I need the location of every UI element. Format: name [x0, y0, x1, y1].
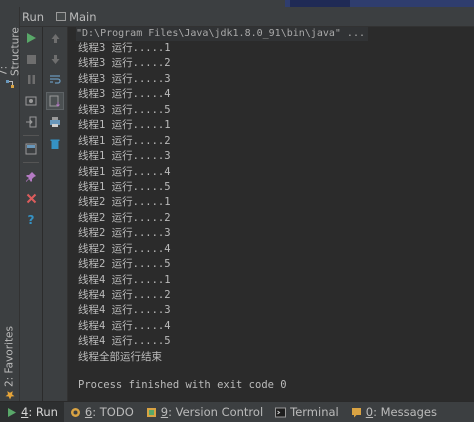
- run-config-tab[interactable]: Main: [52, 7, 100, 26]
- console-line: 线程3 运行.....2: [78, 57, 171, 70]
- bottom-tab-label: Terminal: [290, 405, 339, 419]
- console-line: 线程2 运行.....4: [78, 242, 171, 255]
- console-line: 线程4 运行.....2: [78, 289, 171, 301]
- star-icon: [5, 390, 15, 400]
- help-icon[interactable]: ?: [22, 210, 40, 228]
- console-line: 线程2 运行.....3: [78, 227, 171, 240]
- console-line: 线程4 运行.....1: [78, 273, 171, 286]
- stop-icon[interactable]: [22, 50, 40, 68]
- console-line: 线程全部运行结束: [78, 350, 162, 363]
- bottom-tab-terminal[interactable]: Terminal: [269, 402, 345, 422]
- dump-threads-icon[interactable]: [22, 92, 40, 110]
- console-line: 线程4 运行.....3: [78, 304, 171, 317]
- bottom-tab-text: Terminal: [290, 405, 339, 419]
- console-line: 线程3 运行.....4: [78, 88, 171, 101]
- console-line: 线程1 运行.....3: [78, 150, 171, 163]
- console-output[interactable]: "D:\Program Files\Java\jdk1.8.0_91\bin\j…: [68, 27, 474, 401]
- editor-selection-highlight-dark: [290, 0, 350, 7]
- version-control-icon: [146, 407, 157, 418]
- layout-icon[interactable]: [22, 140, 40, 158]
- todo-icon: [70, 407, 81, 418]
- bottom-tab-text: : Run: [28, 405, 58, 419]
- bottom-tab-run[interactable]: 4: Run: [0, 402, 64, 422]
- bottom-tool-bar: 4: Run 6: TODO 9: Version Control Terminal 0…: [0, 401, 474, 422]
- messages-icon: [351, 407, 362, 418]
- svg-text:?: ?: [27, 213, 34, 226]
- console-line: 线程3 运行.....5: [78, 103, 171, 116]
- console-line: 线程2 运行.....1: [78, 196, 171, 209]
- console-line: 线程1 运行.....5: [78, 180, 171, 193]
- toolbar-separator: [23, 162, 39, 163]
- exit-icon[interactable]: [22, 113, 40, 131]
- console-line: 线程1 运行.....2: [78, 134, 171, 147]
- run-toolbar-secondary: [43, 27, 68, 401]
- run-icon: [6, 407, 17, 418]
- structure-tool-label: 7: Structure: [0, 27, 22, 76]
- scroll-down-icon[interactable]: [46, 50, 64, 68]
- print-icon[interactable]: [46, 113, 64, 131]
- console-line: 线程1 运行.....4: [78, 165, 171, 178]
- bottom-tab-label: 4: Run: [21, 405, 58, 419]
- scroll-up-icon[interactable]: [46, 29, 64, 47]
- favorites-tool-tab[interactable]: 2: Favorites: [1, 325, 18, 400]
- bottom-tab-mnemonic: 9: [160, 405, 169, 419]
- toolbar-separator: [23, 135, 39, 136]
- run-panel-header: Run Main: [20, 7, 474, 27]
- console-line: 线程3 运行.....3: [78, 72, 171, 85]
- console-line: 线程3 运行.....1: [78, 42, 171, 54]
- terminal-icon: [275, 407, 287, 418]
- bottom-tab-text: : TODO: [92, 405, 134, 419]
- console-line: 线程4 运行.....4: [78, 319, 171, 332]
- bottom-tab-label: 9: Version Control: [161, 405, 263, 419]
- pin-icon[interactable]: [22, 168, 40, 186]
- close-icon[interactable]: [22, 189, 40, 207]
- bottom-tab-text: : Messages: [373, 405, 438, 419]
- pause-icon[interactable]: [22, 70, 40, 88]
- run-toolbar-primary: ?: [20, 27, 42, 401]
- console-command-line[interactable]: "D:\Program Files\Java\jdk1.8.0_91\bin\j…: [76, 27, 368, 41]
- console-line: 线程2 运行.....2: [78, 211, 171, 224]
- structure-icon: [5, 79, 15, 89]
- bottom-tab-label: 6: TODO: [85, 405, 134, 419]
- favorites-tool-label: 2: Favorites: [3, 326, 16, 387]
- console-lines: 线程3 运行.....1 线程3 运行.....2 线程3 运行.....3 线程3 …: [78, 41, 171, 365]
- run-panel-label: Run: [22, 9, 45, 24]
- process-finished-message: Process finished with exit code 0: [78, 379, 287, 391]
- left-tool-strip: 7: Structure 2: Favorites: [0, 7, 22, 401]
- soft-wrap-icon[interactable]: [46, 70, 64, 88]
- run-config-icon: [56, 12, 67, 21]
- bottom-tab-todo[interactable]: 6: TODO: [64, 402, 140, 422]
- structure-tool-tab[interactable]: 7: Structure: [0, 17, 22, 89]
- rerun-icon[interactable]: [22, 29, 40, 47]
- console-line: 线程1 运行.....1: [78, 119, 171, 132]
- scroll-to-end-icon[interactable]: [46, 92, 64, 110]
- bottom-tab-version-control[interactable]: 9: Version Control: [140, 402, 269, 422]
- console-line: 线程2 运行.....5: [78, 258, 171, 271]
- console-line: 线程4 运行.....5: [78, 335, 171, 348]
- bottom-tab-label: 0: Messages: [366, 405, 437, 419]
- bottom-tab-mnemonic: 0: [365, 405, 374, 419]
- clear-all-icon[interactable]: [46, 135, 64, 153]
- bottom-tab-messages[interactable]: 0: Messages: [345, 402, 443, 422]
- run-config-tab-label: Main: [69, 9, 97, 24]
- bottom-tab-text: : Version Control: [168, 405, 264, 419]
